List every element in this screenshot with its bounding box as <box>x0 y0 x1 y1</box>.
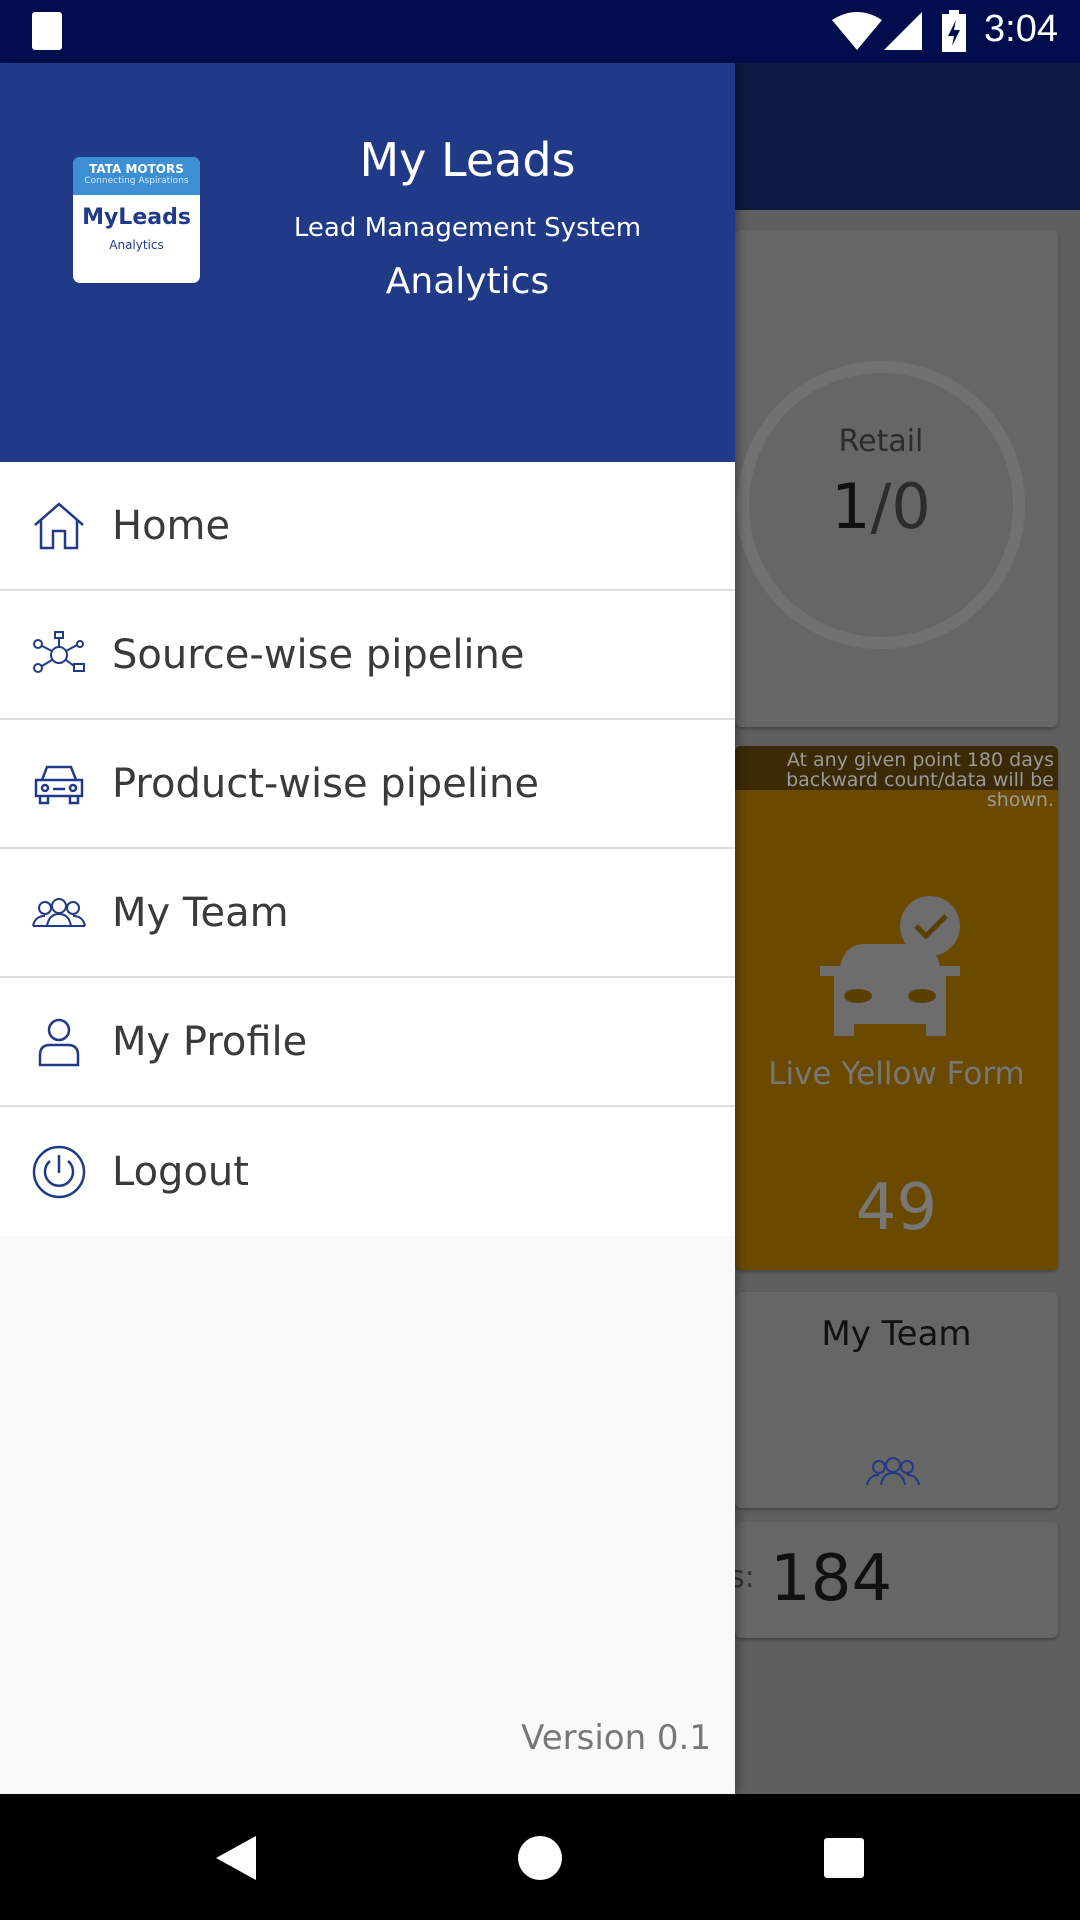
user-icon <box>38 1018 80 1066</box>
signal-icon <box>884 12 922 50</box>
tata-myleads-logo: TATA MOTORS Connecting Aspirations MyLead… <box>73 157 200 283</box>
back-icon[interactable] <box>216 1836 256 1880</box>
wifi-icon <box>832 12 882 50</box>
recents-icon[interactable] <box>824 1838 864 1878</box>
app-version: Version 0.1 <box>521 1718 711 1758</box>
menu-item-product-wise-pipeline[interactable]: Product-wise pipeline <box>0 720 735 849</box>
app-subtitle: Lead Management System <box>293 213 642 243</box>
my-team-label: My Team <box>821 1314 972 1354</box>
menu-item-label: My Team <box>112 889 289 936</box>
total-leads-card[interactable]: s: 184 <box>729 1522 1058 1638</box>
battery-icon <box>942 10 966 52</box>
menu-item-label: Logout <box>112 1148 249 1195</box>
clock: 3:04 <box>984 8 1058 50</box>
menu-item-label: Product-wise pipeline <box>112 760 539 807</box>
menu-item-source-wise-pipeline[interactable]: Source-wise pipeline <box>0 591 735 720</box>
retail-label: Retail <box>838 424 924 459</box>
data-notice: At any given point 180 days backward cou… <box>735 746 1058 810</box>
team-icon <box>32 897 86 927</box>
retail-achieved: 1 <box>831 470 871 543</box>
dashboard-background: Retail 1/0 At any given point 180 days b… <box>729 210 1080 1794</box>
menu-item-my-profile[interactable]: My Profile <box>0 978 735 1107</box>
car-icon <box>34 765 84 804</box>
app-bar <box>735 63 1080 210</box>
app-title: My Leads <box>359 133 576 187</box>
live-yellow-form-label: Live Yellow Form <box>768 1056 1025 1092</box>
menu-item-logout[interactable]: Logout <box>0 1107 735 1236</box>
menu-item-my-team[interactable]: My Team <box>0 849 735 978</box>
retail-card[interactable]: Retail 1/0 <box>735 230 1058 727</box>
app-section: Analytics <box>385 261 550 302</box>
system-navigation-bar <box>0 1794 1080 1920</box>
menu-item-label: Source-wise pipeline <box>112 631 525 678</box>
network-icon <box>33 630 85 673</box>
menu-item-label: My Profile <box>112 1018 308 1065</box>
home-icon <box>34 501 84 549</box>
live-yellow-form-card[interactable]: At any given point 180 days backward cou… <box>735 746 1058 1270</box>
live-yellow-form-count: 49 <box>855 1171 938 1245</box>
home-button-icon[interactable] <box>518 1836 562 1880</box>
sd-card-icon <box>32 12 62 50</box>
retail-target: /0 <box>870 470 931 543</box>
drawer-header: TATA MOTORS Connecting Aspirations MyLead… <box>0 63 735 462</box>
menu-item-label: Home <box>112 502 231 549</box>
team-icon <box>866 1457 920 1486</box>
retail-value: 1/0 <box>735 470 1027 543</box>
car-check-icon <box>820 896 960 1036</box>
power-icon <box>32 1145 86 1198</box>
menu-item-home[interactable]: Home <box>0 462 735 591</box>
navigation-drawer: TATA MOTORS Connecting Aspirations MyLead… <box>0 63 735 1794</box>
status-bar: 3:04 <box>0 0 1080 63</box>
my-team-card[interactable]: My Team <box>735 1292 1058 1508</box>
total-value: 184 <box>770 1542 893 1616</box>
